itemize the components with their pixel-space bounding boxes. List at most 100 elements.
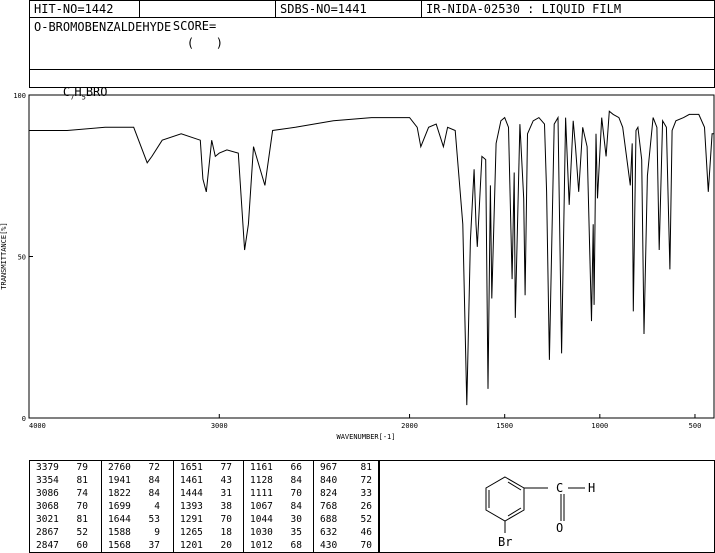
x-tick-label: 3000 [211,422,228,430]
peak-table-row: 1444 31 [174,487,243,500]
peak-table-row: 1111 70 [244,487,313,500]
peak-wavenumber: 3354 [36,475,59,486]
peak-wavenumber: 1444 [180,488,203,499]
peak-wavenumber: 1128 [250,475,273,486]
aldehyde-hydrogen-label: H [588,481,595,495]
peak-wavenumber: 1699 [108,501,131,512]
peak-transmittance: 30 [290,514,302,525]
peak-table-column: 2760 72 1941 84 1822 84 1699 4 1644 53 1588 9 1568 37 [102,461,174,553]
peak-transmittance: 81 [76,514,88,525]
peak-wavenumber: 2760 [108,462,131,473]
peak-transmittance: 33 [360,488,372,499]
y-tick-label: 100 [13,92,26,100]
peak-transmittance: 84 [290,501,302,512]
peak-transmittance: 77 [220,462,232,473]
peak-wavenumber: 632 [320,527,338,538]
peak-transmittance: 43 [220,475,232,486]
y-axis-ticks: 0 50 100 [13,92,33,423]
x-tick-label: 2000 [401,422,418,430]
ir-spectrum-chart: 4000 3000 2000 1500 1000 500 0 50 100 WAVENUMBE… [0,92,715,441]
peak-transmittance: 70 [360,540,372,551]
peak-table-row: 1568 37 [102,539,173,552]
peak-wavenumber: 1644 [108,514,131,525]
peak-table-row: 1588 9 [102,526,173,539]
peak-wavenumber: 688 [320,514,338,525]
peak-table-row: 1044 30 [244,513,313,526]
peak-transmittance: 84 [290,475,302,486]
peak-wavenumber: 1822 [108,488,131,499]
peak-table-row: 1012 68 [244,539,313,552]
aldehyde-carbon-label: C [556,481,563,495]
peak-transmittance: 31 [220,488,232,499]
y-tick-label: 0 [22,415,26,423]
peak-wavenumber: 824 [320,488,338,499]
peak-table-row: 3086 74 [30,487,101,500]
peak-transmittance: 20 [220,540,232,551]
bromine-label: Br [498,535,512,549]
peak-wavenumber: 1651 [180,462,203,473]
peak-transmittance: 46 [360,527,372,538]
peak-table-row: 1393 38 [174,500,243,513]
peak-transmittance: 60 [76,540,88,551]
peak-wavenumber: 3086 [36,488,59,499]
peak-table: 3379 79 3354 81 3086 74 3068 70 3021 81 2867 52 2847… [29,460,379,553]
peak-wavenumber: 1012 [250,540,273,551]
y-tick-label: 50 [18,254,26,262]
peak-wavenumber: 1941 [108,475,131,486]
peak-table-row: 1265 18 [174,526,243,539]
peak-transmittance: 26 [360,501,372,512]
peak-wavenumber: 3068 [36,501,59,512]
peak-wavenumber: 840 [320,475,338,486]
peak-table-row: 1128 84 [244,474,313,487]
peak-table-column: 1651 77 1461 43 1444 31 1393 38 1291 70 1265 18 1201… [174,461,244,553]
peak-table-row: 824 33 [314,487,380,500]
peak-table-row: 768 26 [314,500,380,513]
peak-transmittance: 68 [290,540,302,551]
x-tick-label: 4000 [29,422,46,430]
peak-transmittance: 81 [360,462,372,473]
peak-table-row: 1822 84 [102,487,173,500]
peak-table-row: 1651 77 [174,461,243,474]
peak-transmittance: 52 [76,527,88,538]
peak-table-row: 3379 79 [30,461,101,474]
peak-table-row: 2847 60 [30,539,101,552]
peak-table-row: 2867 52 [30,526,101,539]
peak-transmittance: 72 [148,462,160,473]
x-axis-label: WAVENUMBER[-1] [336,433,395,441]
peak-table-row: 2760 72 [102,461,173,474]
peak-transmittance: 72 [360,475,372,486]
peak-table-column: 967 81 840 72 824 33 768 26 688 52 632 46 430 70 [314,461,380,553]
peak-table-column: 1161 66 1128 84 1111 70 1067 84 1044 30 1030 35 1012… [244,461,314,553]
peak-transmittance: 52 [360,514,372,525]
peak-transmittance: 70 [220,514,232,525]
peak-transmittance: 4 [154,501,160,512]
peak-wavenumber: 967 [320,462,338,473]
peak-transmittance: 53 [148,514,160,525]
peak-table-row: 3354 81 [30,474,101,487]
peak-transmittance: 37 [148,540,160,551]
peak-table-column: 3379 79 3354 81 3086 74 3068 70 3021 81 2867 52 2847… [30,461,102,553]
peak-wavenumber: 1461 [180,475,203,486]
peak-wavenumber: 1393 [180,501,203,512]
aldehyde-oxygen-label: O [556,521,563,535]
chemical-structure: C H O Br [485,476,595,549]
benzene-ring [485,476,585,533]
peak-table-row: 1161 66 [244,461,313,474]
peak-table-row: 3068 70 [30,500,101,513]
peak-wavenumber: 1044 [250,514,273,525]
peak-table-row: 688 52 [314,513,380,526]
peak-transmittance: 66 [290,462,302,473]
peak-table-row: 1461 43 [174,474,243,487]
plot-frame [28,94,715,419]
peak-wavenumber: 3379 [36,462,59,473]
peak-wavenumber: 3021 [36,514,59,525]
peak-wavenumber: 1588 [108,527,131,538]
peak-table-row: 3021 81 [30,513,101,526]
peak-wavenumber: 1568 [108,540,131,551]
x-axis-ticks: 4000 3000 2000 1500 1000 500 [28,414,701,430]
peak-wavenumber: 1161 [250,462,273,473]
peak-wavenumber: 1291 [180,514,203,525]
peak-table-row: 430 70 [314,539,380,552]
peak-transmittance: 70 [290,488,302,499]
peak-table-row: 840 72 [314,474,380,487]
